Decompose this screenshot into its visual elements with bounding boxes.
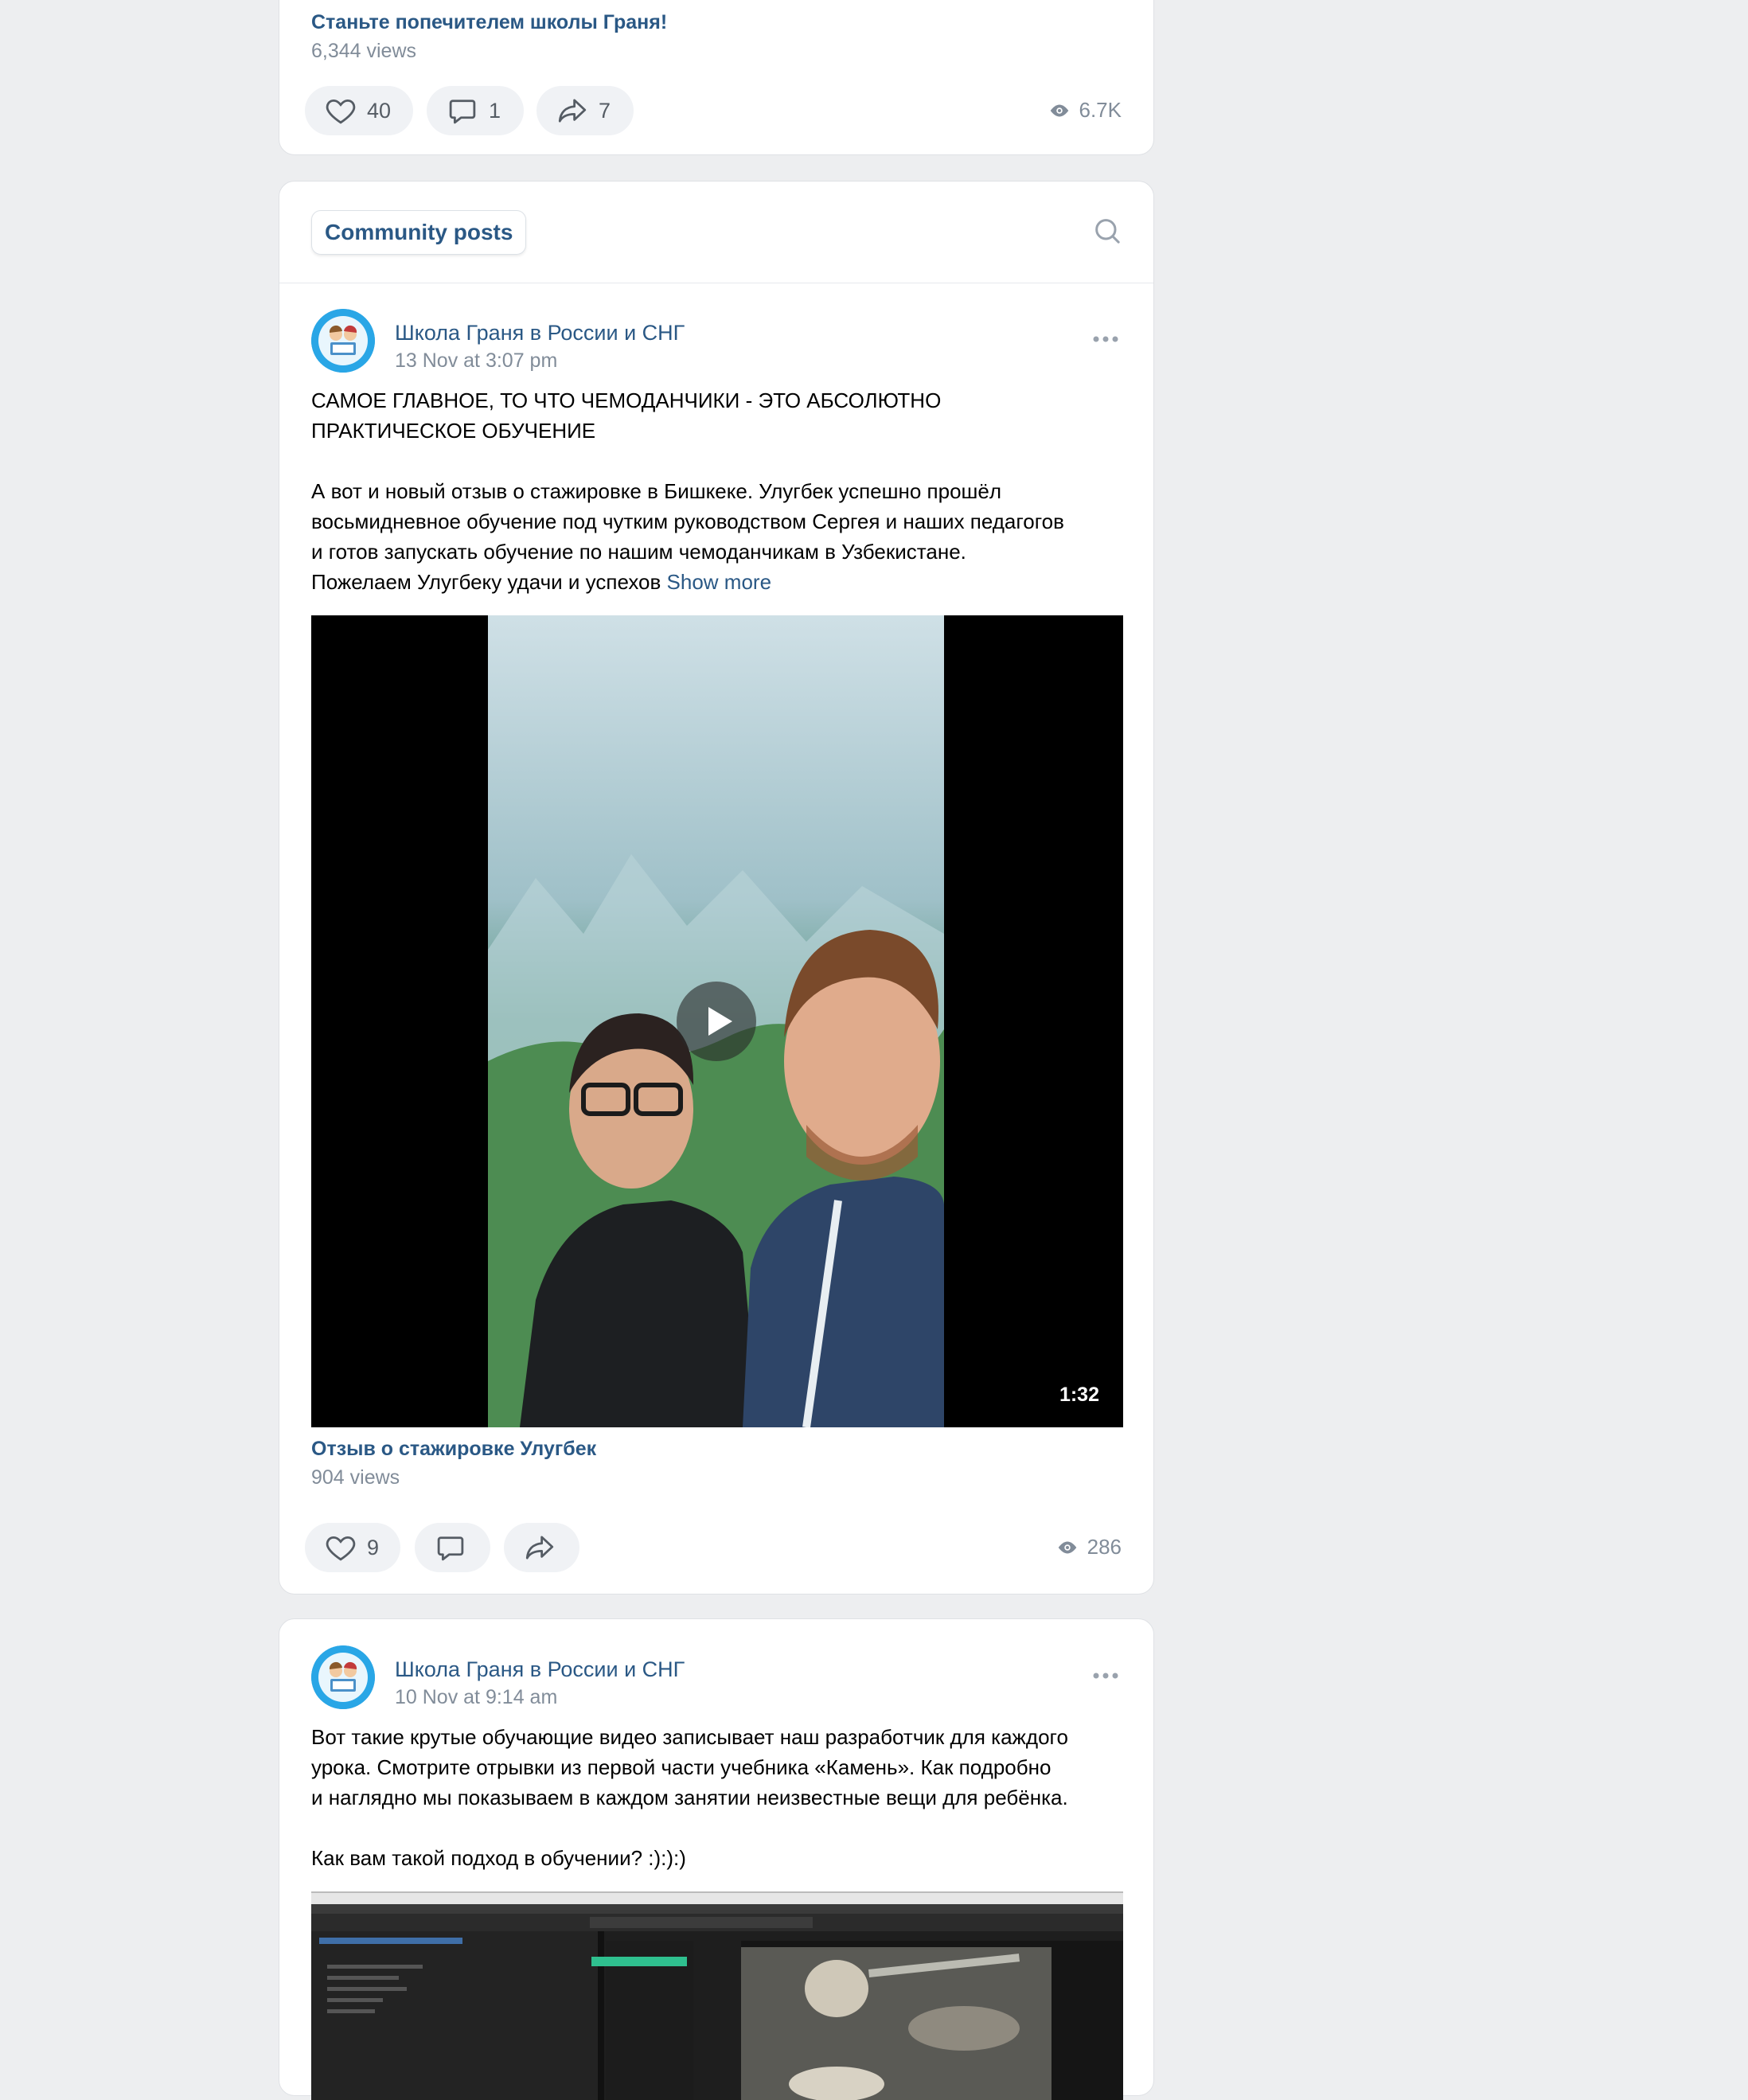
show-more-link[interactable]: Show more: [667, 570, 772, 594]
community-logo-icon: [311, 309, 375, 373]
avatar[interactable]: [311, 309, 375, 373]
post-author[interactable]: Школа Граня в России и СНГ: [395, 1657, 685, 1682]
video-title-link[interactable]: Станьте попечителем школы Граня!: [311, 11, 667, 34]
post-views: 286: [1055, 1535, 1122, 1559]
like-count: 9: [367, 1535, 380, 1559]
more-options-icon[interactable]: [1090, 1670, 1122, 1681]
like-button[interactable]: 9: [305, 1523, 400, 1572]
comment-count: 1: [489, 98, 501, 123]
video-views: 904 views: [311, 1466, 400, 1489]
tab-community-posts[interactable]: Community posts: [311, 210, 527, 255]
post-date[interactable]: 13 Nov at 3:07 pm: [395, 349, 557, 373]
eye-icon: [1058, 1541, 1076, 1553]
post-text: Вот такие крутые обучающие видео записыв…: [311, 1725, 1068, 1870]
editor-screenshot-image: [311, 1893, 1123, 2100]
share-button[interactable]: 7: [536, 86, 634, 135]
play-button[interactable]: [677, 982, 756, 1061]
eye-icon: [1050, 104, 1068, 116]
community-posts-card: Community posts Школа Граня в России и С…: [279, 181, 1154, 1595]
community-logo-icon: [311, 1645, 375, 1709]
video-player[interactable]: 1:32: [311, 615, 1123, 1427]
video-duration: 1:32: [1059, 1384, 1099, 1406]
post-views: 6.7K: [1048, 98, 1122, 123]
post-text: САМОЕ ГЛАВНОЕ, ТО ЧТО ЧЕМОДАНЧИКИ - ЭТО …: [311, 385, 1131, 597]
search-icon[interactable]: [1091, 215, 1123, 247]
share-icon: [558, 99, 587, 123]
avatar[interactable]: [311, 1645, 375, 1709]
previous-post-card: Станьте попечителем школы Граня! 6,344 v…: [279, 0, 1154, 155]
video-title-link[interactable]: Отзыв о стажировке Улугбек: [311, 1438, 596, 1461]
share-button[interactable]: [504, 1523, 579, 1572]
post-video-thumbnail[interactable]: [311, 1891, 1123, 2100]
comment-button[interactable]: [415, 1523, 490, 1572]
like-button[interactable]: 40: [305, 86, 413, 135]
community-tabbar: Community posts: [279, 182, 1153, 283]
share-count: 7: [599, 98, 611, 123]
share-icon: [525, 1536, 554, 1559]
like-count: 40: [367, 98, 392, 123]
post-date[interactable]: 10 Nov at 9:14 am: [395, 1686, 557, 1709]
comment-icon: [449, 100, 476, 124]
post-author[interactable]: Школа Граня в России и СНГ: [395, 321, 685, 345]
comment-icon: [437, 1536, 464, 1561]
post-card: Школа Граня в России и СНГ 10 Nov at 9:1…: [279, 1618, 1154, 2100]
heart-icon: [326, 99, 356, 124]
heart-icon: [326, 1536, 356, 1561]
comment-button[interactable]: 1: [427, 86, 524, 135]
views-count-text: 6.7K: [1079, 98, 1122, 122]
views-count-text: 286: [1087, 1535, 1122, 1559]
post-text-body: САМОЕ ГЛАВНОЕ, ТО ЧТО ЧЕМОДАНЧИКИ - ЭТО …: [311, 388, 1064, 594]
video-views: 6,344 views: [311, 40, 417, 62]
more-options-icon[interactable]: [1090, 334, 1122, 345]
play-icon: [708, 1007, 732, 1036]
